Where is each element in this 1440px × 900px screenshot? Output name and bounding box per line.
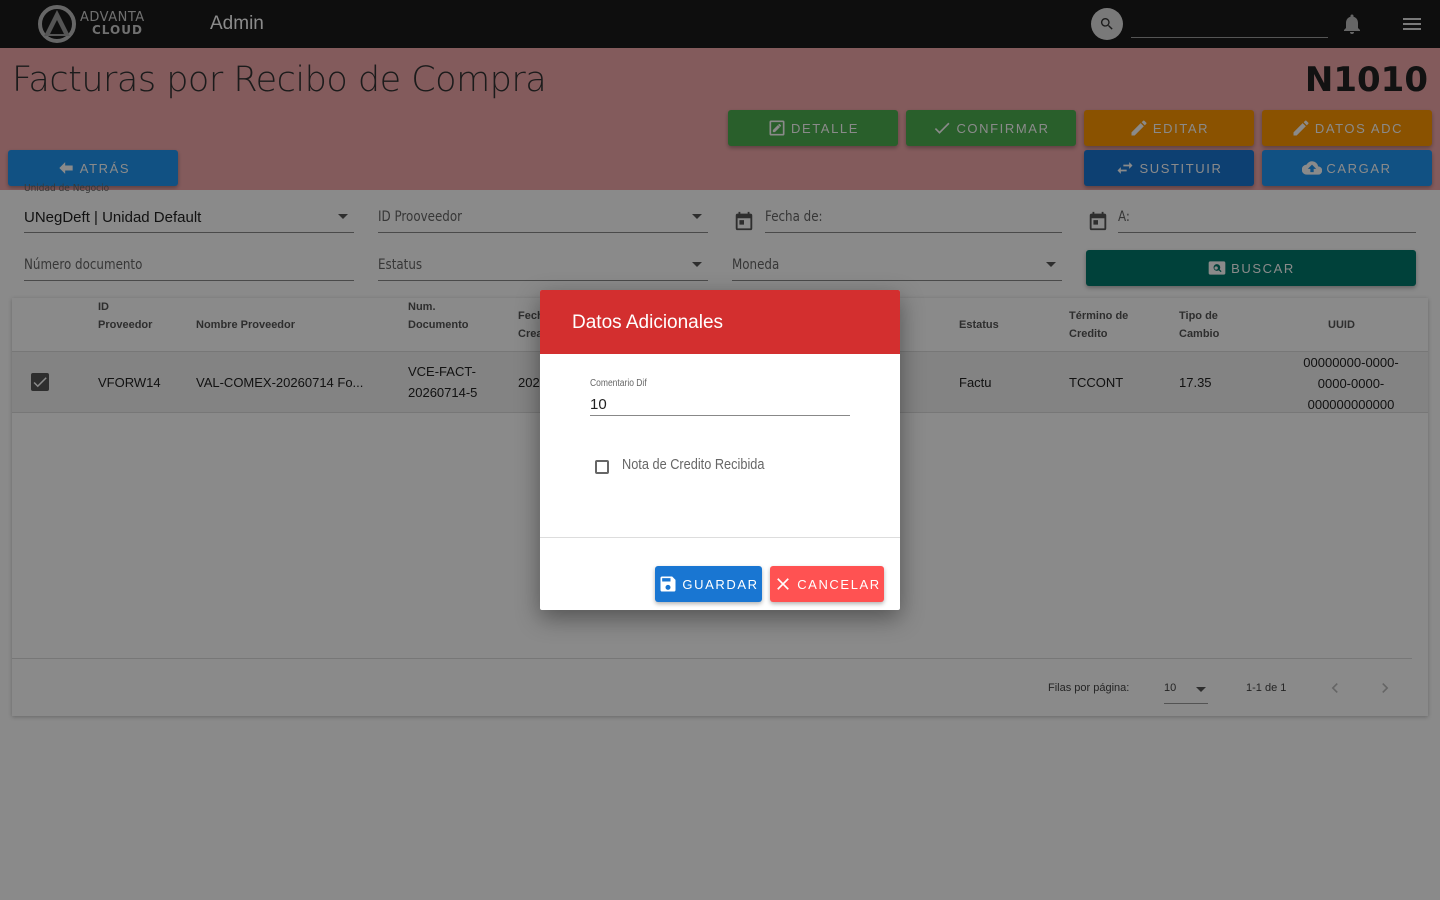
save-icon [660, 576, 676, 592]
dialog-title: Datos Adicionales [572, 312, 724, 333]
nota-credito-checkbox[interactable] [595, 460, 609, 474]
cancelar-label: CANCELAR [797, 576, 881, 592]
nota-credito-label[interactable]: Nota de Credito Recibida [622, 456, 764, 473]
comentario-dif-value: 10 [590, 396, 607, 413]
guardar-button[interactable]: GUARDAR [655, 566, 762, 602]
datos-adicionales-dialog: Datos Adicionales Comentario Dif 10 Nota… [540, 290, 900, 610]
guardar-label: GUARDAR [682, 576, 759, 592]
dialog-divider [540, 537, 900, 538]
close-icon [777, 578, 790, 590]
comentario-dif-label: Comentario Dif [590, 378, 647, 389]
cancelar-button[interactable]: CANCELAR [770, 566, 884, 602]
comentario-dif-input[interactable]: Comentario Dif 10 [590, 378, 850, 416]
dialog-header: Datos Adicionales [540, 290, 900, 354]
